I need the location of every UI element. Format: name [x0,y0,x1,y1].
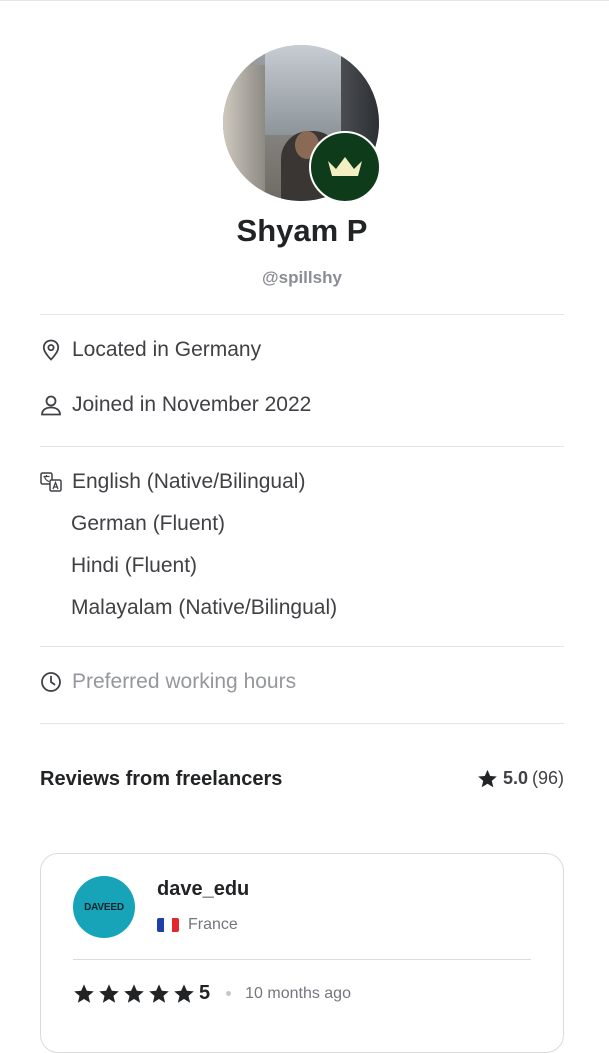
review-stars [73,983,198,1005]
profile-avatar-block[interactable] [223,45,381,203]
joined-text: Joined in November 2022 [72,393,312,416]
translate-icon [40,471,62,493]
profile-handle: @spillshy [262,268,342,287]
reviewer-avatar-text: DAVEED [84,901,124,913]
location-text: Located in Germany [72,338,262,361]
language-row-primary: English (Native/Bilingual) [40,470,305,494]
rating-value: 5.0 [502,768,528,788]
language-item: English (Native/Bilingual) [72,470,306,493]
separator-dot [226,991,232,996]
reviewer-name[interactable]: dave_edu [157,878,249,901]
user-icon [40,394,62,416]
crown-icon [309,131,381,203]
reviewer-country: France [157,916,238,934]
working-hours-text[interactable]: Preferred working hours [72,670,296,694]
star-icon [478,769,497,787]
card-divider [73,959,531,960]
profile-name: Shyam P [236,213,368,248]
location-row: Located in Germany [40,338,261,362]
france-flag-icon [157,918,179,932]
rating-summary[interactable]: 5.0 (96) [477,768,564,789]
divider [40,446,564,447]
review-score: 5 [199,982,211,1004]
working-hours-row[interactable]: Preferred working hours [40,670,296,694]
reviewer-country-text: France [188,916,238,933]
clock-icon [40,671,62,693]
location-pin-icon [40,339,62,361]
reviews-heading: Reviews from freelancers [40,768,283,790]
review-time: 10 months ago [245,984,351,1002]
divider [40,314,564,315]
divider [40,646,564,647]
language-item: German (Fluent) [71,512,226,535]
star-icon [174,983,194,1003]
review-card: DAVEED dave_edu France 5 10 months ago [40,853,564,1053]
language-item: Malayalam (Native/Bilingual) [71,596,338,619]
star-icon [124,983,144,1003]
divider [40,723,564,724]
review-rating: 5 10 months ago [73,982,351,1005]
star-icon [149,983,169,1003]
joined-row: Joined in November 2022 [40,393,311,417]
language-item: Hindi (Fluent) [71,554,198,577]
reviewer-avatar[interactable]: DAVEED [73,876,135,938]
star-icon [99,983,119,1003]
rating-count: (96) [531,768,564,788]
star-icon [74,983,94,1003]
